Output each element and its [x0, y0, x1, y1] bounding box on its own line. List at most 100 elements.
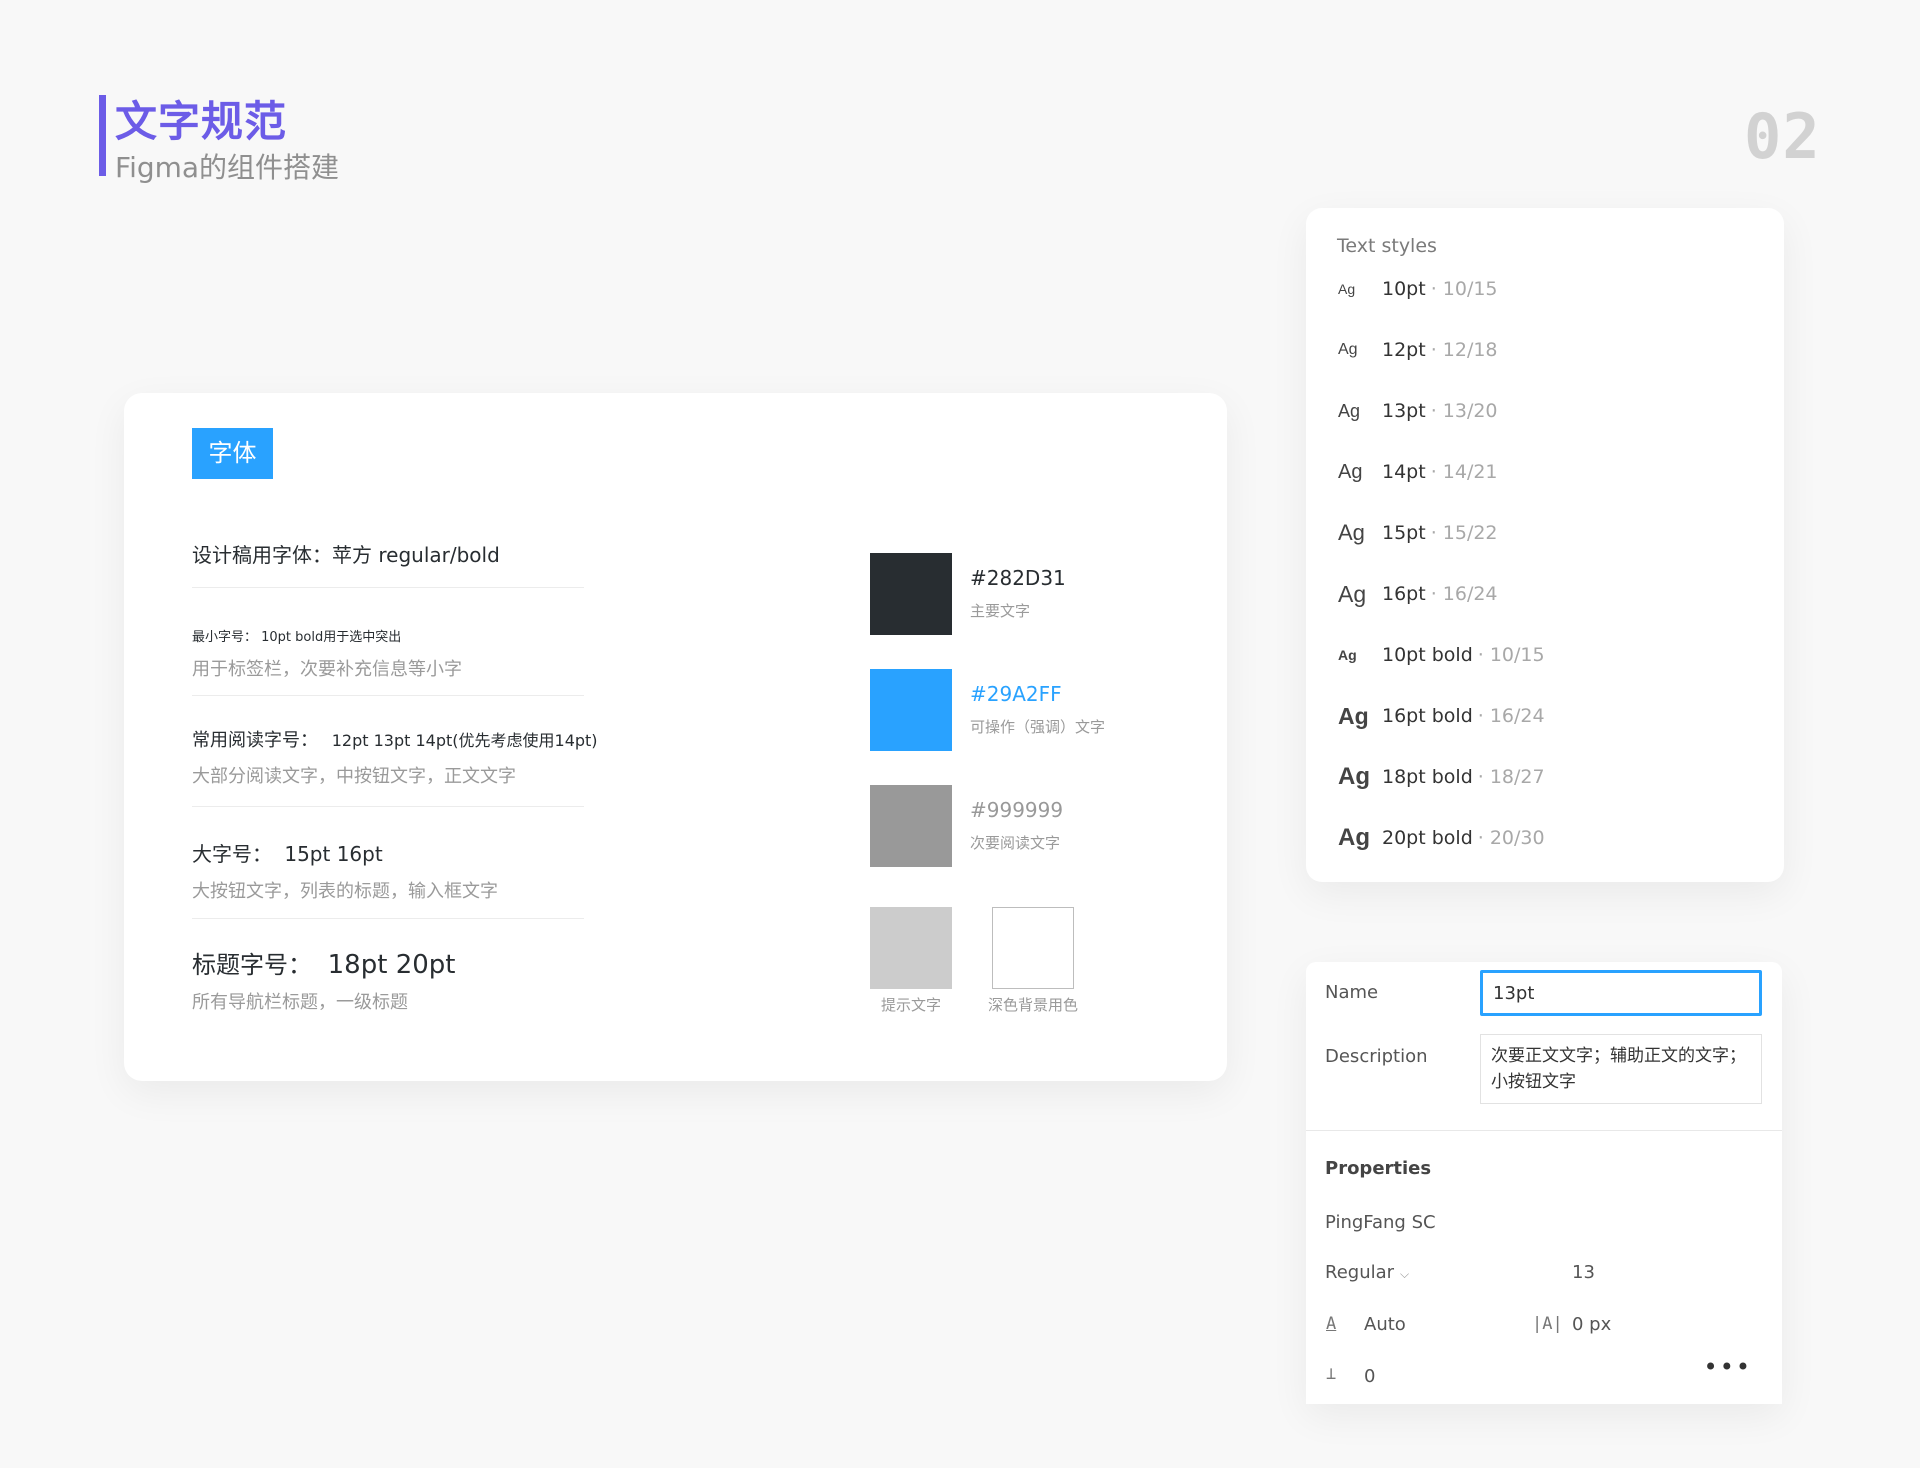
properties-heading: Properties — [1325, 1158, 1432, 1179]
style-name: 13pt — [1382, 400, 1426, 422]
rule-primary: 设计稿用字体：苹方 regular/bold — [192, 543, 500, 567]
rule-primary: 最小字号： 10pt bold用于选中突出 — [192, 630, 402, 645]
chevron-down-icon: ⌵ — [1400, 1267, 1410, 1281]
rule-reading-size: 常用阅读字号： 12pt 13pt 14pt(优先考虑使用14pt) 大部分阅读… — [192, 726, 598, 807]
color-hex: #282D31 — [970, 566, 1066, 590]
text-styles-title: Text styles — [1337, 235, 1437, 257]
style-description-field[interactable]: 次要正文文字；辅助正文的文字；小按钮文字 — [1480, 1034, 1762, 1104]
font-spec-card: 字体 设计稿用字体：苹方 regular/bold 最小字号： 10pt bol… — [124, 393, 1227, 1081]
paragraph-spacing-input[interactable]: 0 — [1364, 1366, 1375, 1387]
line-height-icon: A — [1326, 1314, 1337, 1334]
description-label: Description — [1325, 1046, 1428, 1067]
rule-secondary: 所有导航栏标题，一级标题 — [192, 992, 408, 1013]
style-preview-glyph: Ag — [1338, 460, 1363, 483]
color-hex: #999999 — [970, 798, 1064, 822]
text-style-item[interactable]: Ag 12pt · 12/18 — [1338, 330, 1758, 370]
style-preview-glyph: Ag — [1338, 520, 1365, 545]
color-swatch-primary-text — [870, 553, 952, 635]
text-style-item[interactable]: Ag 14pt · 14/21 — [1338, 452, 1758, 492]
style-detail: · 15/22 — [1430, 522, 1498, 544]
style-name: 18pt bold — [1382, 766, 1473, 788]
text-style-item[interactable]: Ag 18pt bold · 18/27 — [1338, 757, 1758, 797]
rule-secondary: 大部分阅读文字，中按钮文字，正文文字 — [192, 766, 516, 787]
color-hex: #29A2FF — [970, 682, 1062, 706]
rule-secondary: 大按钮文字，列表的标题，输入框文字 — [192, 881, 498, 902]
font-size-input[interactable]: 13 — [1572, 1262, 1595, 1283]
style-preview-glyph: Ag — [1338, 580, 1367, 607]
panel-divider — [1306, 1130, 1782, 1131]
style-preview-glyph: Ag — [1338, 824, 1370, 851]
rule-sizes: 18pt 20pt — [327, 950, 456, 980]
page-subtitle: Figma的组件搭建 — [115, 151, 340, 184]
text-style-item[interactable]: Ag 10pt bold · 10/15 — [1338, 635, 1758, 675]
rule-divider — [192, 806, 584, 807]
text-style-item[interactable]: Ag 15pt · 15/22 — [1338, 513, 1758, 553]
text-styles-panel: Text styles Ag 10pt · 10/15 Ag 12pt · 12/18 Ag… — [1306, 208, 1784, 882]
page-number: 02 — [1744, 100, 1821, 173]
style-preview-glyph: Ag — [1338, 647, 1357, 663]
style-detail: · 20/30 — [1477, 827, 1545, 849]
page-title: 文字规范 — [115, 97, 288, 146]
style-detail: · 18/27 — [1477, 766, 1545, 788]
title-accent-bar — [99, 95, 106, 176]
letter-spacing-icon: |A| — [1532, 1314, 1563, 1334]
swatch-caption: 提示文字 — [880, 996, 941, 1014]
text-style-item[interactable]: Ag 16pt · 16/24 — [1338, 574, 1758, 614]
color-note: 可操作（强调）文字 — [970, 718, 1106, 736]
name-label: Name — [1325, 982, 1379, 1003]
style-name: 20pt bold — [1382, 827, 1473, 849]
text-style-item[interactable]: Ag 10pt · 10/15 — [1338, 269, 1758, 309]
rule-title-size: 标题字号： 18pt 20pt 所有导航栏标题，一级标题 — [192, 945, 455, 1014]
style-detail: · 10/15 — [1430, 278, 1498, 300]
rule-large-size: 大字号： 15pt 16pt 大按钮文字，列表的标题，输入框文字 — [192, 838, 584, 919]
style-preview-glyph: Ag — [1338, 281, 1356, 297]
color-swatch-dark-bg — [992, 907, 1074, 989]
style-preview-glyph: Ag — [1338, 400, 1361, 421]
rule-sizes: 12pt 13pt 14pt(优先考虑使用14pt) — [331, 731, 598, 750]
style-name-input[interactable] — [1480, 970, 1762, 1016]
font-weight-select[interactable]: Regular ⌵ — [1325, 1262, 1409, 1283]
rule-font-family: 设计稿用字体：苹方 regular/bold — [192, 539, 584, 588]
style-name: 16pt — [1382, 583, 1426, 605]
text-style-item[interactable]: Ag 16pt bold · 16/24 — [1338, 696, 1758, 736]
more-options-icon[interactable]: ••• — [1704, 1355, 1752, 1379]
rule-divider — [192, 695, 584, 696]
color-swatch-secondary-text — [870, 785, 952, 867]
rule-divider — [192, 587, 584, 588]
style-preview-glyph: Ag — [1338, 702, 1369, 729]
style-detail: · 13/20 — [1430, 400, 1498, 422]
style-preview-glyph: Ag — [1338, 763, 1370, 790]
rule-primary: 大字号： — [192, 842, 272, 866]
swatch-caption: 深色背景用色 — [987, 996, 1078, 1014]
rule-sizes: 15pt 16pt — [284, 842, 383, 866]
paragraph-spacing-icon: ⊥ — [1326, 1364, 1337, 1384]
color-note: 主要文字 — [970, 602, 1031, 620]
font-family-select[interactable]: PingFang SC — [1325, 1212, 1436, 1233]
rule-divider — [192, 918, 584, 919]
style-detail: · 16/24 — [1430, 583, 1498, 605]
rule-min-size: 最小字号： 10pt bold用于选中突出 用于标签栏，次要补充信息等小字 — [192, 626, 584, 696]
line-height-input[interactable]: Auto — [1364, 1314, 1406, 1335]
color-swatch-hint-text — [870, 907, 952, 989]
text-style-item[interactable]: Ag 13pt · 13/20 — [1338, 391, 1758, 431]
style-name: 12pt — [1382, 339, 1426, 361]
style-detail: · 10/15 — [1477, 644, 1545, 666]
font-weight-value: Regular — [1325, 1262, 1395, 1283]
style-name: 10pt — [1382, 278, 1426, 300]
style-detail: · 16/24 — [1477, 705, 1545, 727]
section-tag: 字体 — [192, 428, 273, 479]
style-name: 14pt — [1382, 461, 1426, 483]
style-name: 15pt — [1382, 522, 1426, 544]
rule-secondary: 用于标签栏，次要补充信息等小字 — [192, 659, 462, 680]
style-detail: · 12/18 — [1430, 339, 1498, 361]
color-swatch-accent — [870, 669, 952, 751]
style-properties-panel: Name Description 次要正文文字；辅助正文的文字；小按钮文字 Pr… — [1306, 962, 1782, 1404]
style-name: 10pt bold — [1382, 644, 1473, 666]
text-style-item[interactable]: Ag 20pt bold · 20/30 — [1338, 818, 1758, 858]
letter-spacing-input[interactable]: 0 px — [1572, 1314, 1611, 1335]
rule-primary: 标题字号： — [192, 951, 312, 979]
style-name: 16pt bold — [1382, 705, 1473, 727]
style-preview-glyph: Ag — [1338, 341, 1358, 358]
rule-primary: 常用阅读字号： — [192, 730, 318, 751]
color-note: 次要阅读文字 — [970, 834, 1061, 852]
